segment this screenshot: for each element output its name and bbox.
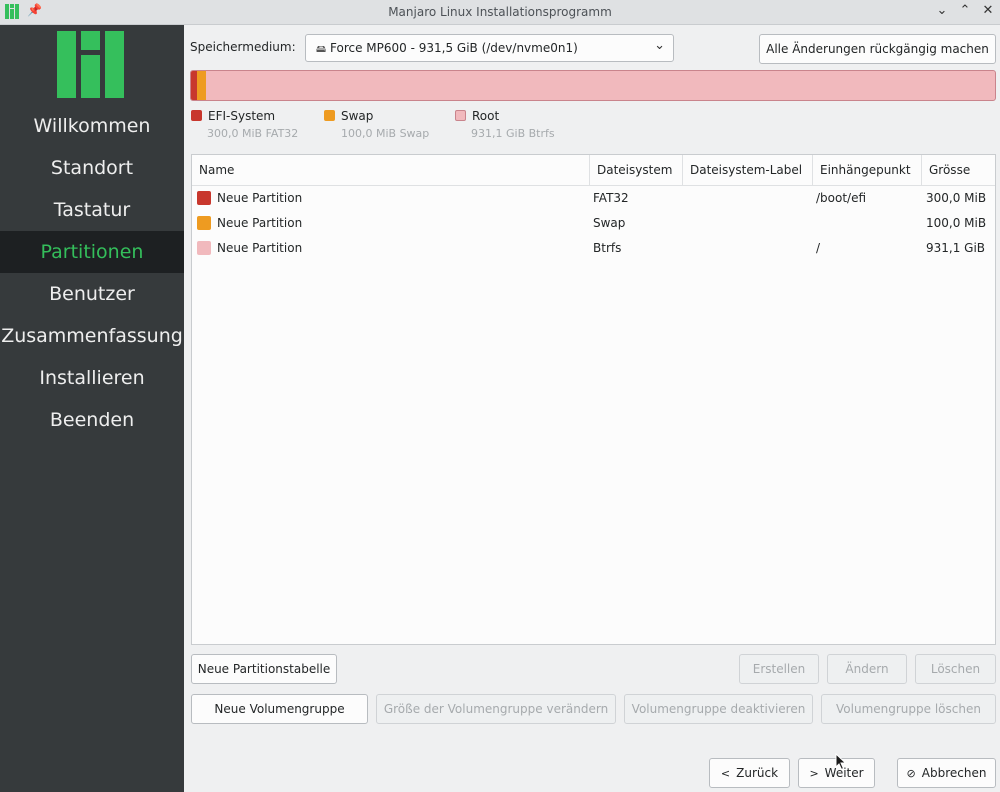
chevron-right-icon: > — [809, 767, 819, 780]
storage-device-value: Force MP600 - 931,5 GiB (/dev/nvme0n1) — [330, 41, 578, 55]
minimize-icon[interactable]: ⌄ — [934, 3, 950, 18]
partition-bar — [190, 70, 996, 101]
sidebar: Willkommen Standort Tastatur Partitionen… — [0, 25, 184, 792]
legend-root-name: Root — [472, 109, 500, 123]
partition-color-swatch — [197, 191, 211, 205]
sidebar-item-zusammenfassung: Zusammenfassung — [1, 325, 183, 347]
edit-partition-button[interactable]: Ändern — [827, 654, 907, 684]
window-titlebar: 📌 Manjaro Linux Installationsprogramm ⌄ … — [0, 0, 1000, 25]
partition-mountpoint: / — [816, 241, 821, 255]
chevron-left-icon: < — [720, 767, 731, 780]
partition-name: Neue Partition — [217, 241, 303, 255]
partition-color-swatch — [197, 241, 211, 255]
storage-device-select[interactable]: 🖴 Force MP600 - 931,5 GiB (/dev/nvme0n1)… — [305, 34, 674, 62]
back-button-label: Zurück — [736, 766, 779, 780]
cancel-icon: ⊘ — [906, 767, 916, 780]
cancel-button[interactable]: ⊘ Abbrechen — [897, 758, 996, 788]
deactivate-volume-group-button[interactable]: Volumengruppe deaktivieren — [624, 694, 813, 724]
manjaro-logo — [57, 31, 124, 98]
new-volume-group-button[interactable]: Neue Volumengruppe — [191, 694, 368, 724]
table-row[interactable]: Neue Partition Btrfs / 931,1 GiB — [192, 236, 995, 261]
partition-page: Speichermedium: 🖴 Force MP600 - 931,5 Gi… — [184, 25, 1000, 792]
partition-size: 100,0 MiB — [926, 216, 987, 230]
legend-swap-detail: 100,0 MiB Swap — [341, 127, 430, 140]
back-button[interactable]: < Zurück — [709, 758, 790, 788]
maximize-icon[interactable]: ⌃ — [957, 3, 973, 18]
partition-name: Neue Partition — [217, 216, 303, 230]
sidebar-item-partitionen: Partitionen — [0, 231, 184, 273]
partition-color-swatch — [197, 216, 211, 230]
cancel-button-label: Abbrechen — [921, 766, 987, 780]
partition-size: 931,1 GiB — [926, 241, 986, 255]
column-header-size[interactable]: Grösse — [922, 155, 995, 185]
sidebar-item-installieren: Installieren — [39, 367, 145, 389]
partition-name: Neue Partition — [217, 191, 303, 205]
column-header-filesystem[interactable]: Dateisystem — [590, 155, 683, 185]
table-row[interactable]: Neue Partition Swap 100,0 MiB — [192, 211, 995, 236]
column-header-name[interactable]: Name — [192, 155, 590, 185]
legend-efi-name: EFI-System — [208, 109, 276, 123]
revert-all-button[interactable]: Alle Änderungen rückgängig machen — [759, 34, 996, 64]
legend-efi-detail: 300,0 MiB FAT32 — [207, 127, 299, 140]
table-row[interactable]: Neue Partition FAT32 /boot/efi 300,0 MiB — [192, 186, 995, 211]
partition-mountpoint: /boot/efi — [816, 191, 867, 205]
partition-filesystem: Swap — [593, 216, 626, 230]
sidebar-item-standort: Standort — [50, 157, 134, 179]
sidebar-item-willkommen: Willkommen — [33, 115, 151, 137]
close-icon[interactable]: ✕ — [980, 3, 996, 18]
sidebar-item-beenden: Beenden — [49, 409, 135, 431]
create-partition-button[interactable]: Erstellen — [739, 654, 819, 684]
legend-root-swatch — [455, 110, 466, 121]
delete-volume-group-button[interactable]: Volumengruppe löschen — [821, 694, 996, 724]
chevron-down-icon: ⌄ — [654, 38, 665, 53]
partition-bar-swap — [197, 71, 206, 100]
legend-swap-name: Swap — [341, 109, 374, 123]
partition-table: Name Dateisystem Dateisystem-Label Einhä… — [191, 154, 996, 645]
partition-filesystem: FAT32 — [593, 191, 629, 205]
delete-partition-button[interactable]: Löschen — [915, 654, 996, 684]
mouse-cursor-icon — [835, 753, 847, 771]
partition-size: 300,0 MiB — [926, 191, 987, 205]
legend-root-detail: 931,1 GiB Btrfs — [471, 127, 555, 140]
column-header-fs-label[interactable]: Dateisystem-Label — [683, 155, 813, 185]
legend-efi-swatch — [191, 110, 202, 121]
new-partition-table-button[interactable]: Neue Partitionstabelle — [191, 654, 337, 684]
column-header-mountpoint[interactable]: Einhängepunkt — [813, 155, 922, 185]
sidebar-item-benutzer: Benutzer — [49, 283, 135, 305]
resize-volume-group-button[interactable]: Größe der Volumengruppe verändern — [376, 694, 616, 724]
table-header: Name Dateisystem Dateisystem-Label Einhä… — [192, 155, 995, 186]
legend-swap-swatch — [324, 110, 335, 121]
window-title: Manjaro Linux Installationsprogramm — [388, 5, 612, 19]
storage-label: Speichermedium: — [190, 40, 296, 54]
sidebar-item-tastatur: Tastatur — [53, 199, 131, 221]
partition-filesystem: Btrfs — [593, 241, 622, 255]
disk-icon: 🖴 — [316, 44, 327, 55]
